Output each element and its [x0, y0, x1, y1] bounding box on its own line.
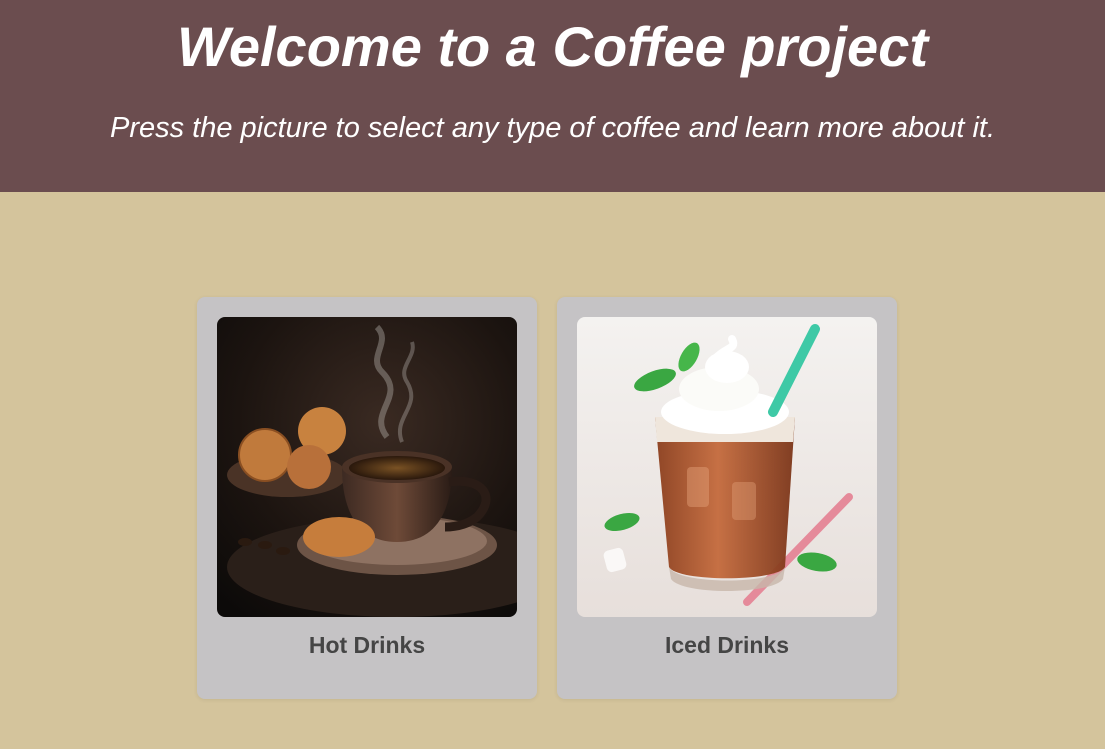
page-header: Welcome to a Coffee project Press the pi…: [0, 0, 1105, 192]
page-subtitle: Press the picture to select any type of …: [110, 112, 995, 144]
hot-drinks-card[interactable]: Hot Drinks: [197, 297, 537, 699]
iced-drinks-image[interactable]: [577, 317, 877, 617]
iced-drinks-label[interactable]: Iced Drinks: [557, 631, 897, 659]
page-title: Welcome to a Coffee project: [177, 15, 928, 78]
hot-drinks-image[interactable]: [217, 317, 517, 617]
iced-drinks-card[interactable]: Iced Drinks: [557, 297, 897, 699]
hot-coffee-icon: [217, 317, 517, 617]
iced-coffee-icon: [577, 317, 877, 617]
hot-drinks-label[interactable]: Hot Drinks: [197, 631, 537, 659]
